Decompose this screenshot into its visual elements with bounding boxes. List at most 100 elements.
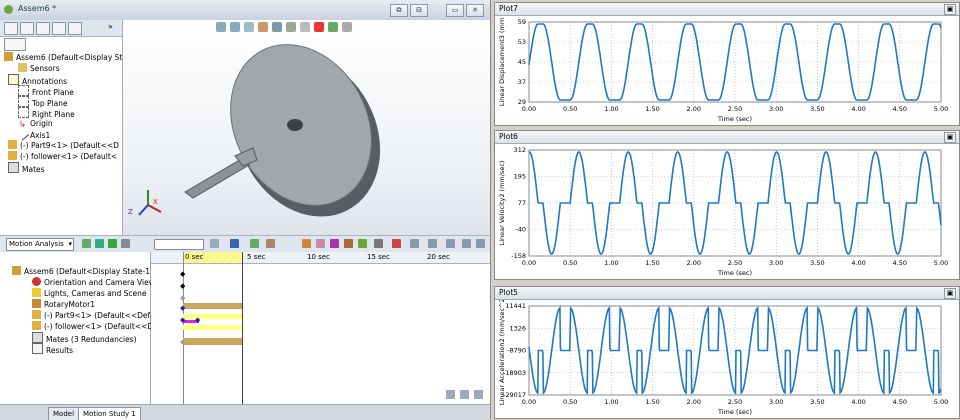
view-orientation-icon[interactable] (272, 22, 282, 32)
featuremanager-tab[interactable] (4, 22, 18, 35)
assembly-icon (12, 266, 21, 275)
feature-tree-tabs: » (0, 20, 122, 37)
restore-button[interactable]: ⧉ (390, 4, 408, 17)
tree-item-mates[interactable]: Mates (8, 162, 45, 174)
calculate-icon[interactable] (82, 239, 91, 248)
y-tick-label: 53 (518, 38, 526, 46)
view-settings-icon[interactable] (342, 22, 352, 32)
ruler-tick-label: 5 sec (247, 253, 266, 261)
dimxpert-tab[interactable] (52, 22, 66, 35)
x-tick-label: 3.00 (769, 105, 783, 113)
study-type-select[interactable]: Motion Analysis ▾ (6, 238, 74, 251)
filter-icon[interactable] (4, 38, 26, 51)
zoom-out-icon[interactable] (460, 390, 469, 399)
motion-tree-lights[interactable]: Lights, Cameras and Scene (32, 288, 146, 299)
motion-tree-root[interactable]: Assem6 (Default<Display State-1 (12, 266, 150, 277)
tree-item-annotations[interactable]: Annotations (8, 74, 67, 86)
add-key-icon[interactable] (266, 239, 275, 248)
zoom-fit-icon[interactable] (474, 390, 483, 399)
y-tick-label: 77 (518, 199, 526, 207)
tree-item-right-plane[interactable]: Right Plane (18, 107, 75, 119)
zoom-in-icon[interactable] (446, 390, 455, 399)
force-icon[interactable] (344, 239, 353, 248)
save-animation-icon[interactable] (230, 239, 239, 248)
motion-tree-results[interactable]: Results (32, 343, 73, 355)
hide-show-icon[interactable] (300, 22, 310, 32)
tile-button[interactable]: ⊟ (410, 4, 428, 17)
key-point-icon[interactable]: ◆ (180, 270, 185, 278)
close-icon[interactable]: ▣ (944, 4, 956, 15)
autokey-icon[interactable] (250, 239, 259, 248)
tree-root[interactable]: Assem6 (Default<Display State- (4, 52, 137, 63)
tree-item-front-plane[interactable]: Front Plane (18, 85, 74, 97)
close-button[interactable]: ✕ (466, 4, 484, 17)
gravity-icon[interactable] (374, 239, 383, 248)
part9-key-bar[interactable] (183, 314, 242, 319)
contact-icon[interactable] (358, 239, 367, 248)
results-plots-icon[interactable] (392, 239, 401, 248)
tree-item-follower[interactable]: (-) follower<1> (Default< (8, 151, 117, 162)
playback-mode-icon[interactable] (210, 239, 219, 248)
cam-model-view: Z X (128, 44, 381, 217)
previous-view-icon[interactable] (244, 22, 254, 32)
time-bar[interactable] (242, 252, 243, 404)
key-point-icon[interactable]: ◆ (180, 294, 185, 302)
rotarymotor-key-bar[interactable] (183, 303, 242, 309)
y-axis-label: Linear Velocity2 (mm/sec) (498, 161, 506, 246)
motion-tree-part9[interactable]: (-) Part9<1> (Default<<Defau (32, 310, 160, 321)
tree-item-axis1[interactable]: Axis1 (15, 127, 50, 141)
plot-title: Plot5 (499, 288, 518, 297)
y-tick-label: -40 (515, 226, 526, 234)
mates-key-bar[interactable] (183, 338, 242, 345)
propertymanager-tab[interactable] (20, 22, 34, 35)
section-view-icon[interactable] (258, 22, 268, 32)
key-point-icon[interactable]: ◆ (195, 316, 200, 324)
x-tick-label: 0.50 (563, 398, 577, 406)
stop-icon[interactable] (121, 239, 130, 248)
key-point-icon[interactable]: ◆ (180, 338, 185, 346)
tree-item-part9[interactable]: (-) Part9<1> (Default<<D (8, 140, 119, 151)
motion-tree-follower[interactable]: (-) follower<1> (Default<<De (32, 321, 158, 332)
damper-icon[interactable] (330, 239, 339, 248)
annotation-icon (8, 74, 19, 85)
tree-item-sensors[interactable]: Sensors (18, 63, 60, 74)
key-point-icon[interactable]: ◆ (180, 282, 185, 290)
zoom-to-fit-icon[interactable] (216, 22, 226, 32)
playback-speed-select[interactable] (154, 239, 204, 250)
motion-tree-label: RotaryMotor1 (44, 300, 95, 309)
motion-tree-rotarymotor[interactable]: RotaryMotor1 (32, 299, 95, 310)
follower-key-bar[interactable] (183, 325, 242, 330)
filter-driving-icon[interactable] (462, 239, 471, 248)
key-point-icon[interactable]: ◆ (180, 316, 185, 324)
close-icon[interactable]: ▣ (944, 132, 956, 143)
motion-tree-mates[interactable]: Mates (3 Redundancies) (32, 332, 137, 344)
play-icon[interactable] (108, 239, 117, 248)
spring-icon[interactable] (316, 239, 325, 248)
close-icon[interactable]: ▣ (944, 288, 956, 299)
zoom-area-icon[interactable] (230, 22, 240, 32)
appearance-icon[interactable] (314, 22, 324, 32)
plane-icon (18, 96, 29, 107)
play-from-start-icon[interactable] (95, 239, 104, 248)
expand-arrows-icon[interactable]: » (108, 22, 113, 31)
filter-animated-icon[interactable] (446, 239, 455, 248)
display-manager-tab[interactable] (68, 22, 82, 35)
tree-item-top-plane[interactable]: Top Plane (18, 96, 68, 108)
tab-model[interactable]: Model (48, 407, 80, 420)
key-point-icon[interactable]: ◆ (180, 304, 185, 312)
motion-tree-camera-views[interactable]: Orientation and Camera Views (32, 277, 159, 288)
collapse-icon[interactable] (428, 239, 437, 248)
filter-selected-icon[interactable] (476, 239, 485, 248)
graphics-area[interactable]: Z X (123, 20, 490, 235)
timeline-ruler[interactable]: 0 sec 5 sec 10 sec 15 sec 20 sec (151, 252, 490, 264)
plane-icon (18, 107, 29, 118)
svg-text:X: X (153, 198, 158, 206)
tab-motion-study-1[interactable]: Motion Study 1 (78, 407, 141, 420)
display-style-icon[interactable] (286, 22, 296, 32)
scene-icon[interactable] (328, 22, 338, 32)
minimize-button[interactable]: ▭ (446, 4, 464, 17)
motor-icon[interactable] (302, 239, 311, 248)
y-tick-label: -29017 (503, 391, 526, 399)
motion-study-props-icon[interactable] (410, 239, 419, 248)
configmanager-tab[interactable] (36, 22, 50, 35)
